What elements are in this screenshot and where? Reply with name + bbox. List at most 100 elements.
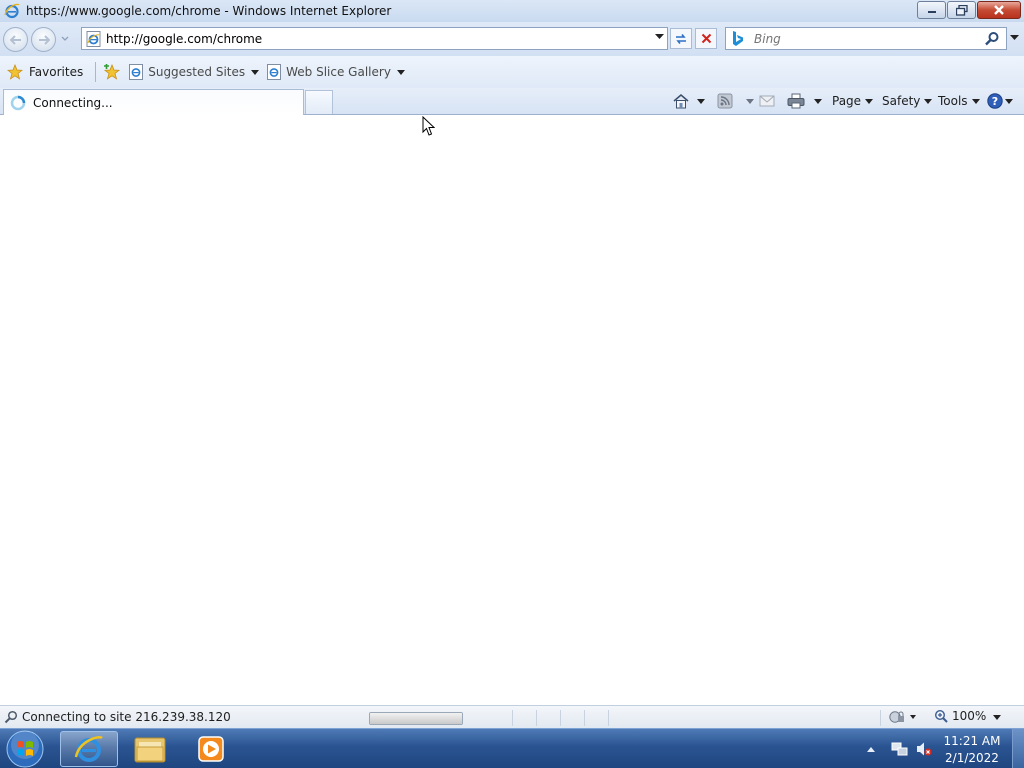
mail-icon (759, 95, 775, 107)
loading-progress-bar (369, 712, 463, 725)
start-button[interactable] (3, 730, 47, 768)
search-options-chevron-down-icon[interactable] (1010, 35, 1019, 41)
chevron-down-icon[interactable] (814, 98, 822, 104)
recent-pages-chevron-down-icon[interactable] (60, 34, 70, 44)
favorites-label: Favorites (29, 65, 84, 79)
page-menu-label: Page (832, 94, 862, 108)
safety-menu[interactable]: Safety (882, 91, 933, 111)
address-url[interactable]: http://google.com/chrome (106, 32, 262, 46)
loading-spinner-icon (10, 95, 26, 110)
status-divider (560, 710, 561, 726)
star-icon (7, 64, 23, 80)
svg-text:?: ? (992, 95, 998, 108)
search-icon[interactable] (984, 31, 1000, 47)
zoom-chevron-down-icon[interactable] (993, 715, 1001, 720)
tools-menu-label: Tools (938, 94, 968, 108)
taskbar-windows-media-player[interactable] (182, 731, 240, 767)
address-bar[interactable]: http://google.com/chrome (81, 27, 668, 50)
rss-feed-icon (717, 93, 733, 109)
home-icon (673, 94, 689, 109)
safety-menu-label: Safety (882, 94, 921, 108)
ie-page-icon (129, 64, 144, 80)
status-divider (512, 710, 513, 726)
refresh-button[interactable] (670, 28, 692, 49)
page-menu[interactable]: Page (832, 91, 874, 111)
add-to-favorites-bar-icon[interactable] (103, 64, 121, 80)
search-box[interactable] (725, 27, 1007, 50)
minimize-button[interactable] (917, 1, 946, 19)
forward-arrow-icon (38, 34, 50, 45)
status-divider (880, 710, 881, 726)
folder-icon (134, 737, 166, 763)
restore-icon (955, 4, 968, 16)
internet-explorer-icon (74, 736, 103, 762)
ie-page-icon (86, 30, 101, 47)
zoom-button[interactable]: 100% (934, 709, 986, 723)
address-dropdown-chevron-down-icon[interactable] (655, 34, 664, 40)
help-icon: ? (987, 93, 1003, 109)
system-clock[interactable]: 11:21 AM 2/1/2022 (940, 733, 1004, 767)
status-divider (536, 710, 537, 726)
restore-button[interactable] (947, 1, 976, 19)
feeds-button[interactable] (717, 91, 754, 111)
status-divider (584, 710, 585, 726)
chevron-down-icon (924, 98, 933, 104)
close-icon (994, 5, 1004, 15)
taskbar: 11:21 AM 2/1/2022 (0, 728, 1024, 768)
minimize-icon (927, 11, 936, 13)
chevron-down-icon[interactable] (697, 98, 705, 104)
forward-button[interactable] (31, 27, 56, 52)
window-controls (916, 1, 1021, 19)
tools-menu[interactable]: Tools (938, 91, 980, 111)
status-bar: Connecting to site 216.239.38.120 100% (0, 705, 1024, 728)
chevron-down-icon[interactable] (251, 69, 260, 75)
home-button[interactable] (672, 91, 705, 111)
stop-button[interactable] (695, 28, 717, 49)
tab-and-command-bar: Connecting... Page Safety Tools ? (0, 88, 1024, 115)
chevron-down-icon (865, 98, 874, 104)
clock-date: 2/1/2022 (945, 751, 999, 765)
windows-logo-icon (6, 730, 44, 768)
favorites-button[interactable]: Favorites (7, 64, 83, 80)
status-text: Connecting to site 216.239.38.120 (22, 710, 231, 724)
back-button[interactable] (3, 27, 28, 52)
network-icon[interactable] (891, 741, 909, 757)
print-button[interactable] (787, 91, 822, 111)
clock-time: 11:21 AM (943, 734, 1001, 748)
volume-muted-icon[interactable] (915, 741, 933, 757)
page-content[interactable] (0, 116, 1024, 705)
ie-page-icon (267, 64, 282, 80)
zoom-level: 100% (952, 709, 987, 723)
chevron-down-icon[interactable] (746, 98, 754, 104)
globe-lock-icon (889, 711, 916, 723)
close-button[interactable] (977, 1, 1021, 19)
favorites-bar: Favorites Suggested Sites Web Slice Gall… (0, 56, 1024, 88)
stop-icon (701, 33, 711, 44)
notification-area (866, 729, 933, 768)
read-mail-button[interactable] (759, 91, 775, 111)
chevron-down-icon (971, 98, 980, 104)
zoom-icon (934, 709, 948, 723)
tab-connecting[interactable]: Connecting... (3, 89, 304, 115)
web-slice-gallery-link[interactable]: Web Slice Gallery (267, 64, 405, 80)
refresh-icon (676, 33, 686, 44)
back-arrow-icon (9, 34, 21, 45)
status-divider (608, 710, 609, 726)
media-player-icon (198, 736, 224, 762)
taskbar-internet-explorer[interactable] (60, 731, 118, 767)
chevron-down-icon (1005, 98, 1013, 104)
printer-icon (787, 93, 805, 109)
new-tab-button[interactable] (305, 90, 333, 114)
search-icon (4, 710, 18, 724)
show-desktop-button[interactable] (1012, 729, 1024, 768)
help-menu[interactable]: ? (987, 91, 1013, 111)
show-hidden-icons-chevron-up-icon[interactable] (866, 746, 876, 753)
chevron-down-icon[interactable] (396, 69, 405, 75)
toolbar-divider (95, 62, 97, 82)
mouse-cursor-icon (422, 116, 435, 136)
protected-mode-button[interactable] (888, 710, 918, 727)
search-input[interactable] (754, 31, 974, 46)
suggested-sites-link[interactable]: Suggested Sites (129, 64, 260, 80)
taskbar-windows-explorer[interactable] (121, 731, 179, 767)
internet-explorer-icon (4, 3, 20, 19)
